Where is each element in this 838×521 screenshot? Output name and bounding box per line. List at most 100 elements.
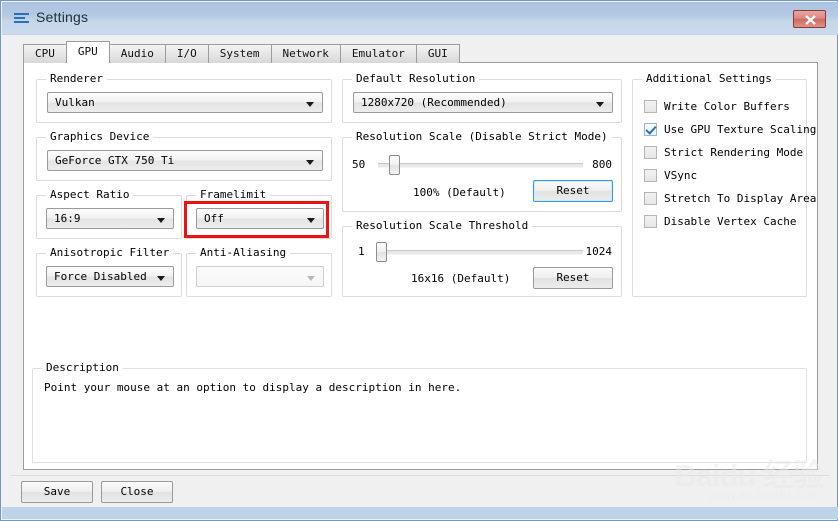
tab-label: GUI — [427, 47, 448, 60]
default-resolution-combobox[interactable]: 1280x720 (Recommended) — [353, 92, 613, 113]
group-label-graphics-device: Graphics Device — [46, 130, 154, 143]
reset-label: Reset — [556, 271, 590, 284]
tab-gpu[interactable]: GPU — [65, 41, 110, 63]
reset-label: Reset — [556, 184, 590, 197]
resolution-scale-slider-track[interactable] — [378, 163, 583, 168]
resolution-scale-threshold-max: 1024 — [585, 245, 613, 258]
watermark-sub-text: jingyan.baidu.com — [708, 486, 821, 502]
save-button[interactable]: Save — [21, 481, 93, 503]
checkbox-checked-icon — [644, 123, 657, 136]
chevron-down-icon — [157, 218, 165, 223]
gpu-settings-panel: Renderer Vulkan Graphics Device GeForce … — [23, 62, 818, 470]
tab-gui[interactable]: GUI — [415, 44, 460, 63]
chevron-down-icon — [307, 276, 315, 281]
chevron-down-icon — [306, 160, 314, 165]
resolution-scale-min: 50 — [352, 158, 366, 171]
resolution-scale-threshold-slider-track[interactable] — [378, 250, 583, 255]
graphics-device-value: GeForce GTX 750 Ti — [55, 154, 175, 167]
group-label-anisotropic-filter: Anisotropic Filter — [46, 246, 174, 259]
tab-cpu[interactable]: CPU — [23, 44, 67, 63]
tab-audio[interactable]: Audio — [108, 44, 166, 63]
group-anti-aliasing: Anti-Aliasing — [186, 246, 332, 297]
resolution-scale-threshold-min: 1 — [358, 245, 365, 258]
save-label: Save — [43, 485, 71, 498]
group-resolution-scale-threshold: Resolution Scale Threshold 1 1024 16x16 … — [342, 219, 622, 297]
graphics-device-combobox[interactable]: GeForce GTX 750 Ti — [47, 150, 323, 171]
group-framelimit: Framelimit Off — [186, 188, 332, 239]
group-label-anti-aliasing: Anti-Aliasing — [196, 246, 291, 259]
checkbox-icon — [644, 146, 657, 159]
checkbox-icon — [644, 100, 657, 113]
group-label-aspect-ratio: Aspect Ratio — [46, 188, 134, 201]
checkbox-label: Use GPU Texture Scaling — [664, 123, 817, 136]
tab-label: GPU — [77, 45, 98, 58]
checkbox-label: Stretch To Display Area — [664, 192, 817, 205]
tab-label: System — [219, 47, 260, 60]
anti-aliasing-combobox — [196, 266, 324, 287]
checkbox-write-color-buffers[interactable]: Write Color Buffers — [644, 100, 790, 113]
description-text: Point your mouse at an option to display… — [44, 381, 462, 394]
settings-tab-bar: CPU GPU Audio I/O System Network Emulato… — [23, 41, 460, 63]
tab-io[interactable]: I/O — [164, 44, 209, 63]
aspect-ratio-value: 16:9 — [54, 212, 81, 225]
group-label-renderer: Renderer — [46, 72, 107, 85]
checkbox-use-gpu-texture-scaling[interactable]: Use GPU Texture Scaling — [644, 123, 816, 136]
tab-network[interactable]: Network — [270, 44, 341, 63]
resolution-scale-max: 800 — [592, 158, 612, 171]
close-icon — [805, 15, 816, 25]
resolution-scale-threshold-value: 16x16 (Default) — [411, 272, 511, 285]
checkbox-label: Disable Vertex Cache — [664, 215, 797, 228]
title-bar: Settings — [2, 2, 838, 35]
tab-label: CPU — [35, 47, 55, 60]
tab-label: I/O — [176, 47, 197, 60]
group-label-framelimit: Framelimit — [196, 188, 271, 201]
resolution-scale-value: 100% (Default) — [413, 186, 506, 199]
checkbox-icon — [644, 192, 657, 205]
tab-label: Emulator — [351, 47, 405, 60]
checkbox-label: Write Color Buffers — [664, 100, 790, 113]
checkbox-disable-vertex-cache[interactable]: Disable Vertex Cache — [644, 215, 796, 228]
group-description: Description Point your mouse at an optio… — [32, 361, 807, 463]
renderer-combobox[interactable]: Vulkan — [47, 92, 323, 113]
tab-label: Network — [282, 47, 329, 60]
window-bottom-strip — [2, 507, 838, 519]
resolution-scale-threshold-reset-button[interactable]: Reset — [533, 267, 613, 289]
tab-label: Audio — [120, 47, 154, 60]
window-title: Settings — [36, 9, 89, 25]
framelimit-combobox[interactable]: Off — [196, 208, 324, 229]
checkbox-strict-rendering-mode[interactable]: Strict Rendering Mode — [644, 146, 803, 159]
group-additional-settings: Additional Settings Write Color Buffers … — [632, 72, 816, 297]
close-button[interactable]: Close — [101, 481, 173, 503]
close-label: Close — [120, 485, 154, 498]
anisotropic-filter-combobox[interactable]: Force Disabled — [46, 266, 174, 287]
group-anisotropic-filter: Anisotropic Filter Force Disabled — [36, 246, 182, 297]
group-default-resolution: Default Resolution 1280x720 (Recommended… — [342, 72, 622, 123]
checkbox-icon — [644, 169, 657, 182]
checkbox-label: VSync — [664, 169, 698, 182]
group-label-default-resolution: Default Resolution — [352, 72, 480, 85]
resolution-scale-reset-button[interactable]: Reset — [533, 180, 613, 202]
close-window-button[interactable] — [793, 10, 826, 28]
resolution-scale-threshold-slider-thumb[interactable] — [376, 242, 387, 262]
resolution-scale-slider-thumb[interactable] — [389, 155, 400, 175]
group-aspect-ratio: Aspect Ratio 16:9 — [36, 188, 182, 239]
default-resolution-value: 1280x720 (Recommended) — [361, 96, 507, 109]
tab-system[interactable]: System — [207, 44, 272, 63]
settings-window: Settings CPU GPU Audio I/O System Networ… — [0, 0, 838, 521]
checkbox-icon — [644, 215, 657, 228]
footer-divider — [11, 475, 829, 476]
chevron-down-icon — [596, 102, 604, 107]
aspect-ratio-combobox[interactable]: 16:9 — [46, 208, 174, 229]
group-label-resolution-scale: Resolution Scale (Disable Strict Mode) — [352, 130, 612, 143]
group-resolution-scale: Resolution Scale (Disable Strict Mode) 5… — [342, 130, 622, 212]
chevron-down-icon — [307, 218, 315, 223]
framelimit-value: Off — [204, 212, 224, 225]
group-renderer: Renderer Vulkan — [36, 72, 332, 123]
tab-emulator[interactable]: Emulator — [339, 44, 417, 63]
group-label-additional-settings: Additional Settings — [642, 72, 776, 85]
checkbox-stretch-to-display-area[interactable]: Stretch To Display Area — [644, 192, 816, 205]
checkbox-vsync[interactable]: VSync — [644, 169, 697, 182]
anisotropic-filter-value: Force Disabled — [54, 270, 147, 283]
chevron-down-icon — [157, 276, 165, 281]
group-graphics-device: Graphics Device GeForce GTX 750 Ti — [36, 130, 332, 181]
